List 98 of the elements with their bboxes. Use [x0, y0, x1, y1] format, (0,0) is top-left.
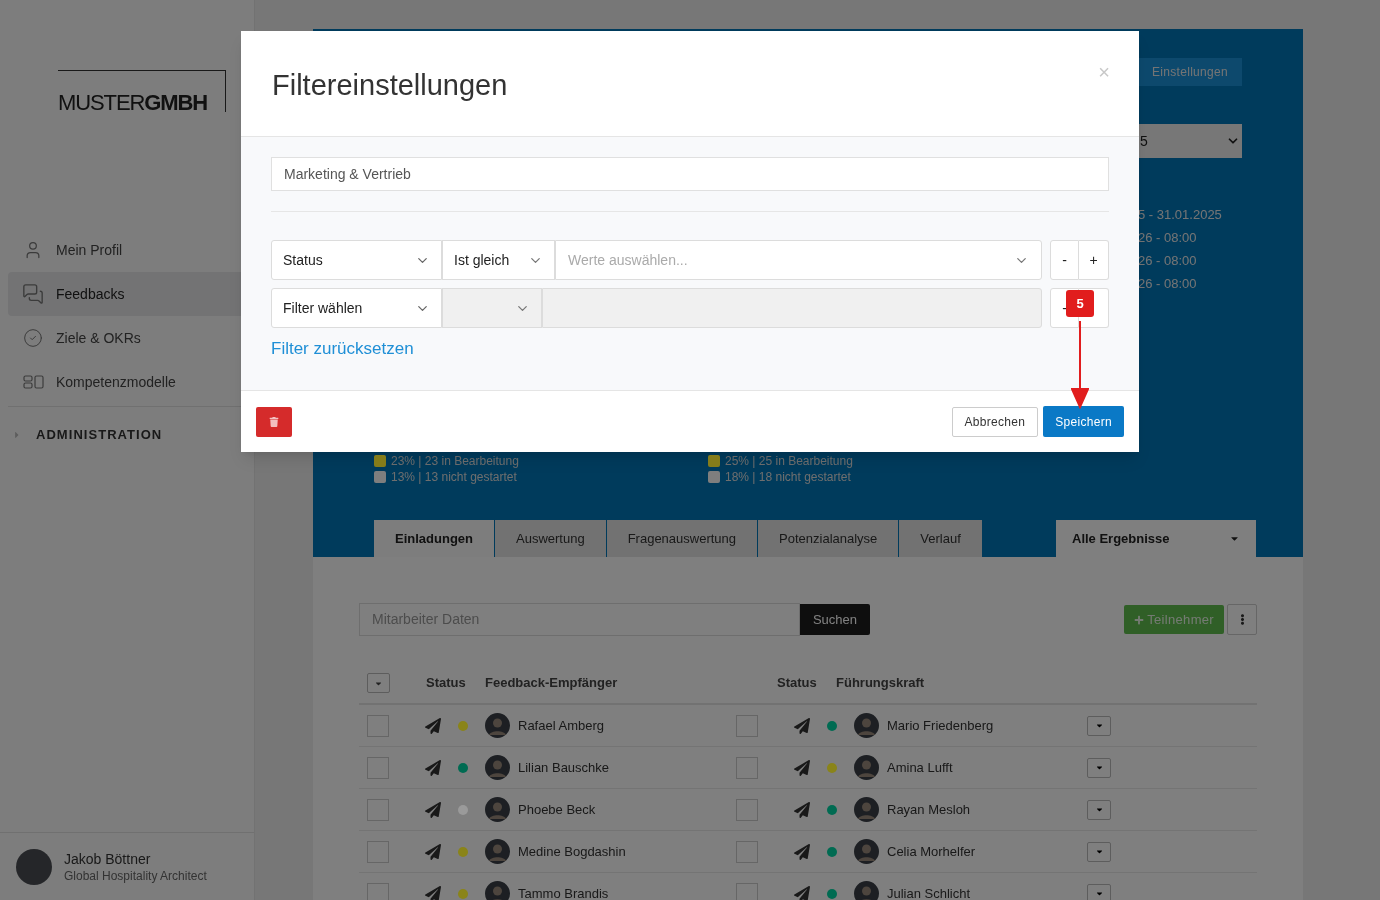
check-circle-icon	[23, 328, 43, 348]
legend-text: 18% | 18 nicht gestartet	[725, 469, 851, 486]
tab[interactable]: Verlauf	[899, 520, 982, 557]
operator-select[interactable]: Ist gleich	[442, 240, 555, 280]
person-name: Medine Bogdashin	[518, 842, 626, 861]
avatar-icon	[485, 755, 510, 780]
paper-plane-icon	[794, 759, 810, 776]
caret-icon	[1094, 721, 1104, 730]
step-badge: 5	[1066, 290, 1094, 317]
field-select[interactable]: Status	[271, 240, 442, 280]
paper-plane-icon	[794, 843, 810, 860]
person-name: Rafael Amberg	[518, 716, 604, 735]
avatar	[16, 848, 52, 885]
nav-item[interactable]: Mein Profil	[8, 228, 246, 272]
checkbox[interactable]	[367, 798, 389, 821]
logo: MUSTERGMBH	[58, 92, 208, 114]
reset-filter-link[interactable]: Filter zurücksetzen	[271, 336, 414, 362]
avatar-icon	[854, 755, 879, 780]
caret-icon	[1094, 805, 1104, 814]
plus-icon	[1134, 614, 1145, 625]
caret-icon	[1094, 889, 1104, 898]
checkbox[interactable]	[736, 840, 758, 863]
select-dropdown[interactable]	[367, 673, 390, 693]
paper-plane-icon	[425, 759, 441, 776]
person-name: Lilian Bauschke	[518, 758, 610, 777]
avatar-icon	[485, 881, 510, 900]
tab[interactable]: Potenzialanalyse	[758, 520, 899, 557]
nav-item[interactable]: Kompetenzmodelle	[8, 360, 246, 404]
column-header: Status	[426, 674, 467, 693]
value-select[interactable]: Werte auswählen...	[555, 240, 1042, 280]
paper-plane-icon	[794, 717, 810, 734]
date-text: 26 - 08:00	[1138, 275, 1198, 293]
checkbox[interactable]	[736, 882, 758, 900]
caret-icon	[1094, 847, 1104, 856]
avatar-icon	[854, 797, 879, 822]
person-name: Julian Schlicht	[887, 884, 971, 900]
trash-icon	[269, 416, 279, 427]
person-name: Phoebe Beck	[518, 800, 596, 819]
tab[interactable]: Auswertung	[495, 520, 606, 557]
tab[interactable]: Einladungen	[374, 520, 494, 557]
person-name: Celia Morhelfer	[887, 842, 976, 861]
column-header: Status	[777, 674, 818, 693]
user-name: Jakob Böttner	[64, 849, 152, 868]
avatar-icon	[854, 713, 879, 738]
settings-button[interactable]: Einstellungen	[1138, 58, 1242, 86]
person-name: Mario Friedenberg	[887, 716, 994, 735]
filter-name-field[interactable]: Marketing & Vertrieb	[271, 157, 1109, 191]
remove-filter-button[interactable]: -	[1050, 240, 1079, 280]
chat-icon	[22, 283, 44, 305]
checkbox[interactable]	[367, 714, 389, 737]
checkbox[interactable]	[367, 756, 389, 779]
date-text: 26 - 08:00	[1138, 229, 1198, 247]
cancel-button[interactable]: Abbrechen	[951, 406, 1039, 437]
blocks-icon	[22, 375, 44, 389]
avatar-icon	[485, 797, 510, 822]
date-text: 5 - 31.01.2025	[1138, 206, 1223, 224]
avatar-icon	[485, 839, 510, 864]
section-header[interactable]: ADMINISTRATION	[12, 425, 254, 445]
paper-plane-icon	[425, 843, 441, 860]
paper-plane-icon	[794, 885, 810, 900]
tab[interactable]: Fragenauswertung	[606, 520, 758, 557]
legend-text: 13% | 13 nicht gestartet	[391, 469, 517, 486]
avatar-icon	[854, 839, 879, 864]
delete-button[interactable]	[256, 406, 292, 437]
row-menu-button[interactable]	[1087, 715, 1111, 736]
person-name: Tammo Brandis	[518, 884, 609, 900]
save-button[interactable]: Speichern	[1043, 406, 1124, 437]
legend-text: 23% | 23 in Bearbeitung	[391, 453, 519, 470]
checkbox[interactable]	[736, 798, 758, 821]
date-text: 26 - 08:00	[1138, 252, 1198, 270]
search-button[interactable]: Suchen	[800, 604, 870, 635]
paper-plane-icon	[425, 717, 441, 734]
column-header: Führungskraft	[836, 674, 925, 693]
paper-plane-icon	[794, 801, 810, 818]
avatar-icon	[485, 713, 510, 738]
row-menu-button[interactable]	[1087, 799, 1111, 820]
checkbox[interactable]	[367, 882, 389, 900]
legend-text: 25% | 25 in Bearbeitung	[725, 453, 853, 470]
caret-icon	[1094, 763, 1104, 772]
add-filter-button[interactable]: +	[1079, 240, 1109, 280]
row-menu-button[interactable]	[1087, 757, 1111, 778]
checkbox[interactable]	[736, 714, 758, 737]
paper-plane-icon	[425, 801, 441, 818]
column-header: Feedback-Empfänger	[485, 674, 618, 693]
user-role: Global Hospitality Architect	[64, 867, 207, 884]
person-name: Amina Lufft	[887, 758, 953, 777]
row-menu-button[interactable]	[1087, 883, 1111, 900]
checkbox[interactable]	[736, 756, 758, 779]
paper-plane-icon	[425, 885, 441, 900]
period-select[interactable]: 5	[1138, 124, 1242, 158]
avatar-icon	[854, 881, 879, 900]
person-name: Rayan Mesloh	[887, 800, 971, 819]
row-menu-button[interactable]	[1087, 841, 1111, 862]
more-button[interactable]	[1227, 604, 1257, 635]
results-dropdown[interactable]: Alle Ergebnisse	[1056, 520, 1256, 557]
dialog-title: Filtereinstellungen	[272, 68, 508, 103]
checkbox[interactable]	[367, 840, 389, 863]
nav-item[interactable]: Ziele & OKRs	[8, 316, 246, 360]
